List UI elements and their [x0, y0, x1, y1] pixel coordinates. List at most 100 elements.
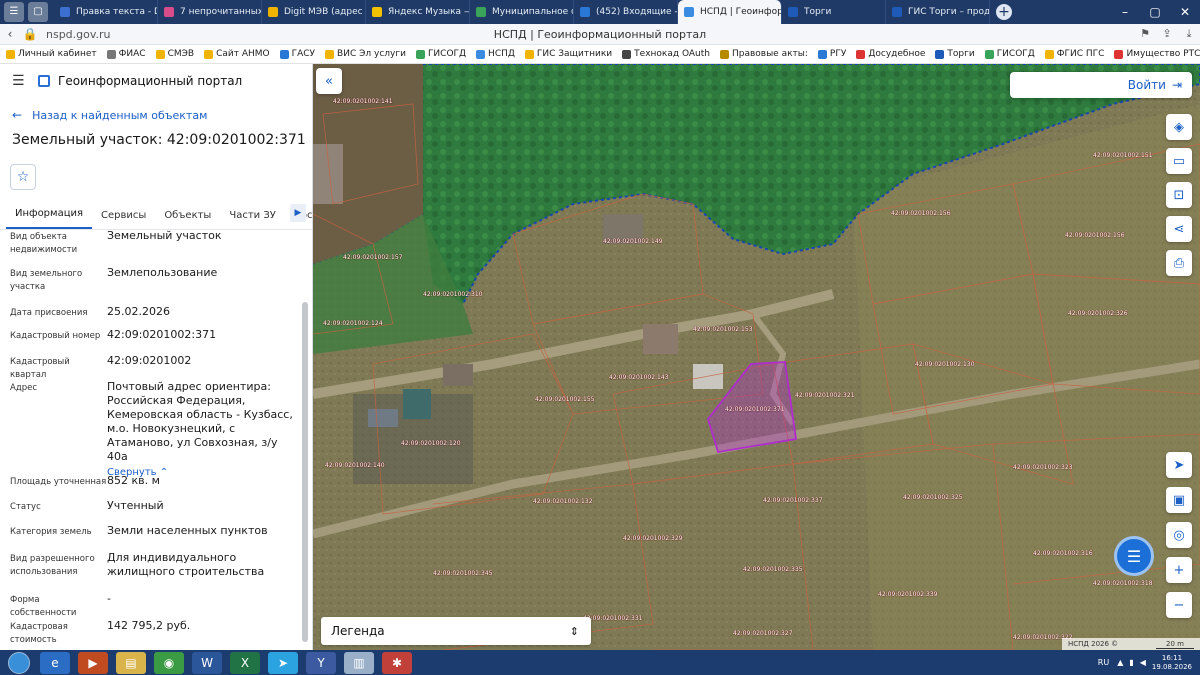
tray-arrow-icon[interactable]: ▲: [1117, 658, 1123, 667]
parcel-cadastral-label[interactable]: 42:09:0201002:371: [725, 406, 785, 413]
parcel-cadastral-label[interactable]: 42:09:0201002:155: [535, 396, 595, 403]
yandex-browser-icon[interactable]: Y: [306, 651, 336, 674]
bookmark-item[interactable]: ГИСОГД: [984, 49, 1035, 59]
parcel-cadastral-label[interactable]: 42:09:0201002:156: [891, 210, 951, 217]
bookmark-item[interactable]: Досудебное: [856, 49, 925, 59]
parcel-cadastral-label[interactable]: 42:09:0201002:325: [903, 494, 963, 501]
print-button[interactable]: ⎙: [1166, 250, 1192, 276]
share-button[interactable]: ⋖: [1166, 216, 1192, 242]
bookmark-item[interactable]: ФГИС ПГС: [1044, 49, 1104, 59]
bookmark-item[interactable]: РГУ: [817, 49, 846, 59]
bookmark-item[interactable]: ГАСУ: [279, 49, 315, 59]
browser-tab[interactable]: Правка текста - Deep: [54, 0, 158, 24]
downloads-icon[interactable]: ⤓: [1178, 27, 1200, 41]
parcel-cadastral-label[interactable]: 42:09:0201002:321: [795, 392, 855, 399]
language-indicator[interactable]: RU: [1098, 658, 1109, 667]
parcel-cadastral-label[interactable]: 42:09:0201002:120: [401, 440, 461, 447]
parcel-cadastral-label[interactable]: 42:09:0201002:331: [583, 615, 643, 622]
bookmark-item[interactable]: Технокад OAuth: [622, 49, 710, 59]
parcel-cadastral-label[interactable]: 42:09:0201002:153: [693, 326, 753, 333]
parcel-cadastral-label[interactable]: 42:09:0201002:337: [763, 497, 823, 504]
tabs-scroll-right-button[interactable]: ▶: [290, 204, 306, 222]
back-to-results-link[interactable]: ← Назад к найденным объектам: [0, 102, 312, 128]
bookmark-item[interactable]: Сайт АНМО: [204, 49, 270, 59]
parcel-cadastral-label[interactable]: 42:09:0201002:143: [609, 374, 669, 381]
login-button[interactable]: Войти ⇥: [1010, 72, 1192, 98]
excel-icon[interactable]: X: [230, 651, 260, 674]
browser-tab[interactable]: (452) Входящие - Поч: [574, 0, 678, 24]
telegram-icon[interactable]: ➤: [268, 651, 298, 674]
media-player-icon[interactable]: ▶: [78, 651, 108, 674]
parcel-cadastral-label[interactable]: 42:09:0201002:318: [1093, 580, 1153, 587]
volume-icon[interactable]: ◀: [1140, 658, 1146, 667]
parcel-cadastral-label[interactable]: 42:09:0201002:323: [1013, 464, 1073, 471]
parcel-cadastral-label[interactable]: 42:09:0201002:130: [915, 361, 975, 368]
word-icon[interactable]: W: [192, 651, 222, 674]
search-location-button[interactable]: ◎: [1166, 522, 1192, 548]
explorer-icon[interactable]: ▤: [116, 651, 146, 674]
bookmark-item[interactable]: СМЭВ: [155, 49, 194, 59]
parcel-cadastral-label[interactable]: 42:09:0201002:316: [1033, 550, 1093, 557]
info-tab[interactable]: Объекты: [155, 210, 220, 229]
browser-menu-icon[interactable]: ☰: [4, 2, 24, 22]
bookmark-item[interactable]: ФИАС: [106, 49, 146, 59]
bookmark-item[interactable]: НСПД: [476, 49, 515, 59]
bookmark-item[interactable]: ГИС Защитники: [524, 49, 612, 59]
parcel-cadastral-label[interactable]: 42:09:0201002:327: [733, 630, 793, 637]
maximize-icon[interactable]: ▢: [1140, 5, 1170, 19]
parcel-cadastral-label[interactable]: 42:09:0201002:124: [323, 320, 383, 327]
select-area-button[interactable]: ⊡: [1166, 182, 1192, 208]
basemap-button[interactable]: ▣: [1166, 487, 1192, 513]
parcel-cadastral-label[interactable]: 42:09:0201002:141: [333, 98, 393, 105]
tab-list-icon[interactable]: ▢: [28, 2, 48, 22]
layers-button[interactable]: ◈: [1166, 114, 1192, 140]
geolocation-button[interactable]: ➤: [1166, 452, 1192, 478]
minimize-icon[interactable]: –: [1110, 5, 1140, 19]
collapse-panel-button[interactable]: «: [316, 68, 342, 94]
parcel-cadastral-label[interactable]: 42:09:0201002:149: [603, 238, 663, 245]
new-tab-button[interactable]: +: [996, 4, 1012, 20]
info-tab[interactable]: Сервисы: [92, 210, 155, 229]
menu-icon[interactable]: ☰: [12, 73, 26, 89]
network-icon[interactable]: ▮: [1129, 658, 1133, 667]
clock[interactable]: 16:11 19.08.2026: [1152, 654, 1192, 672]
browser-tab[interactable]: Digit МЭВ (адрес тех: [262, 0, 366, 24]
browser-tab[interactable]: Муниципальное обра: [470, 0, 574, 24]
parcel-cadastral-label[interactable]: 42:09:0201002:329: [623, 535, 683, 542]
map-view[interactable]: 42:09:0201002:141 42:09:0201002:157 42:09:…: [313, 64, 1200, 650]
browser-tab[interactable]: НСПД | Геоинформ✕: [678, 0, 782, 24]
parcel-cadastral-label[interactable]: 42:09:0201002:140: [325, 462, 385, 469]
bookmark-item[interactable]: Торги: [935, 49, 975, 59]
info-tab[interactable]: Информация: [6, 208, 93, 229]
bookmark-item[interactable]: Личный кабинет: [6, 49, 97, 59]
parcel-cadastral-label[interactable]: 42:09:0201002:335: [743, 566, 803, 573]
app-icon[interactable]: ✱: [382, 651, 412, 674]
url-field[interactable]: nspd.gov.ru: [46, 28, 111, 41]
bookmark-item[interactable]: ГИСОГД: [415, 49, 466, 59]
panel-scrollbar[interactable]: [302, 302, 308, 642]
bookmark-flag-icon[interactable]: ⚑: [1134, 27, 1156, 41]
back-nav-icon[interactable]: ‹: [0, 27, 20, 41]
parcel-cadastral-label[interactable]: 42:09:0201002:132: [533, 498, 593, 505]
bookmark-item[interactable]: Имущество РТС: [1114, 49, 1200, 59]
folder-icon[interactable]: ▥: [344, 651, 374, 674]
parcel-cadastral-label[interactable]: 42:09:0201002:339: [878, 591, 938, 598]
bookmark-item[interactable]: ВИС Эл услуги: [325, 49, 406, 59]
measure-button[interactable]: ▭: [1166, 148, 1192, 174]
parcel-cadastral-label[interactable]: 42:09:0201002:326: [1068, 310, 1128, 317]
parcel-cadastral-label[interactable]: 42:09:0201002:345: [433, 570, 493, 577]
chrome-icon[interactable]: ◉: [154, 651, 184, 674]
legend-dropdown[interactable]: Легенда ⇕: [321, 617, 591, 645]
favorite-button[interactable]: ☆: [10, 164, 36, 190]
chat-button[interactable]: ☰: [1114, 536, 1154, 576]
browser-tab[interactable]: Торги: [782, 0, 886, 24]
browser-tab[interactable]: 7 непрочитанных чат: [158, 0, 262, 24]
browser-tab[interactable]: ГИС Торги – продаж: [886, 0, 990, 24]
start-button[interactable]: [8, 651, 30, 674]
parcel-cadastral-label[interactable]: 42:09:0201002:156: [1065, 232, 1125, 239]
ie-icon[interactable]: e: [40, 651, 70, 674]
lock-icon[interactable]: 🔒: [20, 27, 40, 41]
browser-tab[interactable]: Яндекс Музыка — соб: [366, 0, 470, 24]
parcel-cadastral-label[interactable]: 42:09:0201002:310: [423, 291, 483, 298]
bookmark-item[interactable]: Правовые акты:: [719, 49, 808, 59]
